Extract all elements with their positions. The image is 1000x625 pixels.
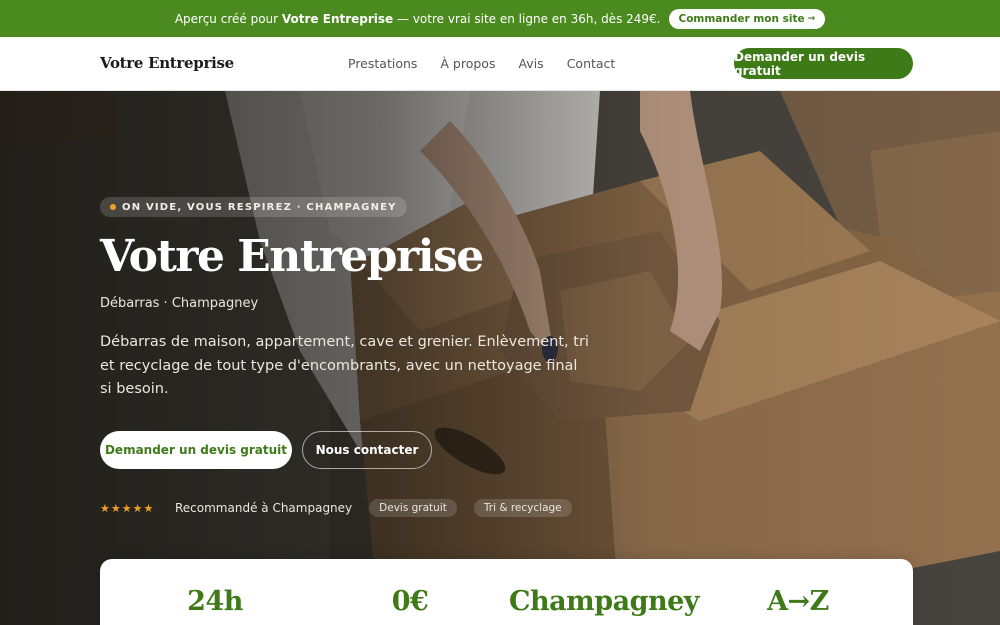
stat-coverage: A→Z — [767, 586, 829, 617]
stat-price: 0€ — [391, 586, 429, 617]
hero-title: Votre Entreprise — [100, 231, 484, 282]
hero-section: ON VIDE, VOUS RESPIREZ · CHAMPAGNEY Votr… — [0, 91, 1000, 625]
rating-stars-icon: ★★★★★ — [100, 501, 155, 515]
hero-eyebrow-badge: ON VIDE, VOUS RESPIREZ · CHAMPAGNEY — [100, 197, 407, 217]
order-site-button[interactable]: Commander mon site → — [668, 8, 826, 29]
main-nav: Prestations À propos Avis Contact — [348, 56, 615, 71]
status-dot-icon — [110, 204, 116, 210]
site-header: Votre Entreprise Prestations À propos Av… — [0, 37, 1000, 91]
trust-text: Recommandé à Champagney — [175, 501, 353, 515]
badge-free-quote: Devis gratuit — [369, 499, 457, 517]
brand-logo[interactable]: Votre Entreprise — [100, 54, 234, 72]
nav-item-prestations[interactable]: Prestations — [348, 56, 417, 71]
hero-quote-button[interactable]: Demander un devis gratuit — [100, 431, 292, 469]
badge-recycling: Tri & recyclage — [473, 499, 572, 517]
nav-item-contact[interactable]: Contact — [567, 56, 616, 71]
trust-row: ★★★★★ Recommandé à Champagney Devis grat… — [100, 499, 589, 517]
arrow-right-icon: → — [807, 13, 816, 24]
promo-banner: Aperçu créé pour Votre Entreprise — votr… — [0, 0, 1000, 37]
header-quote-button[interactable]: Demander un devis gratuit — [734, 48, 913, 79]
stat-response-time: 24h — [187, 586, 243, 617]
hero-description: Débarras de maison, appartement, cave et… — [100, 334, 589, 397]
stats-card: 24h 0€ Champagney A→Z — [100, 559, 913, 625]
hero-subtitle: Débarras · Champagney — [100, 296, 259, 311]
stat-location: Champagney — [509, 586, 699, 617]
promo-text: Aperçu créé pour Votre Entreprise — votr… — [174, 11, 661, 26]
eyebrow-text: ON VIDE, VOUS RESPIREZ · CHAMPAGNEY — [122, 201, 397, 213]
nav-item-avis[interactable]: Avis — [518, 56, 543, 71]
hero-contact-button[interactable]: Nous contacter — [302, 431, 432, 469]
nav-item-a-propos[interactable]: À propos — [440, 56, 495, 71]
